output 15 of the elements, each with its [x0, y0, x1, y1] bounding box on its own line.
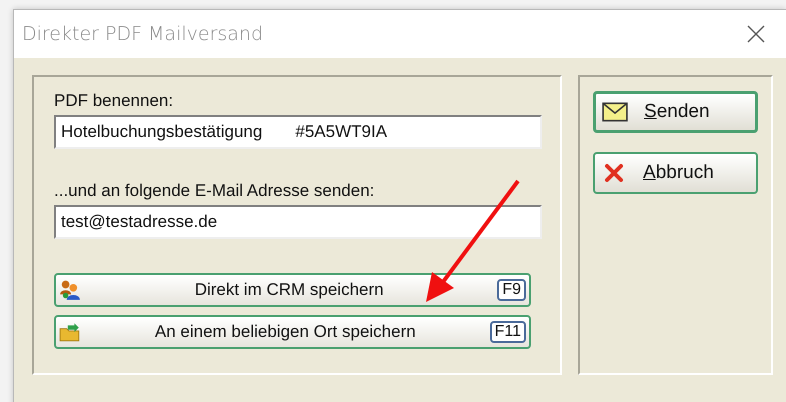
email-field[interactable]: test@testadresse.de [54, 205, 542, 239]
save-button[interactable]: An einem beliebigen Ort speichern F11 [54, 315, 531, 349]
cancel-button[interactable]: Abbruch [593, 152, 758, 194]
people-icon [59, 279, 81, 301]
field-label: PDF benennen: [54, 91, 174, 111]
envelope-icon [602, 102, 628, 122]
save-button[interactable]: Direkt im CRM speichern F9 [54, 273, 531, 307]
close-icon[interactable] [746, 24, 766, 44]
folder-icon [59, 321, 81, 343]
send-button[interactable]: Senden [593, 91, 758, 133]
shortcut-key: F9 [497, 279, 526, 301]
window-title: Direkter PDF Mailversand [22, 23, 264, 45]
shortcut-key: F11 [490, 321, 526, 343]
pdf-name-field[interactable]: Hotelbuchungsbestätigung #5A5WT9IA [54, 115, 542, 149]
field-label: ...und an folgende E-Mail Adresse senden: [54, 181, 376, 201]
